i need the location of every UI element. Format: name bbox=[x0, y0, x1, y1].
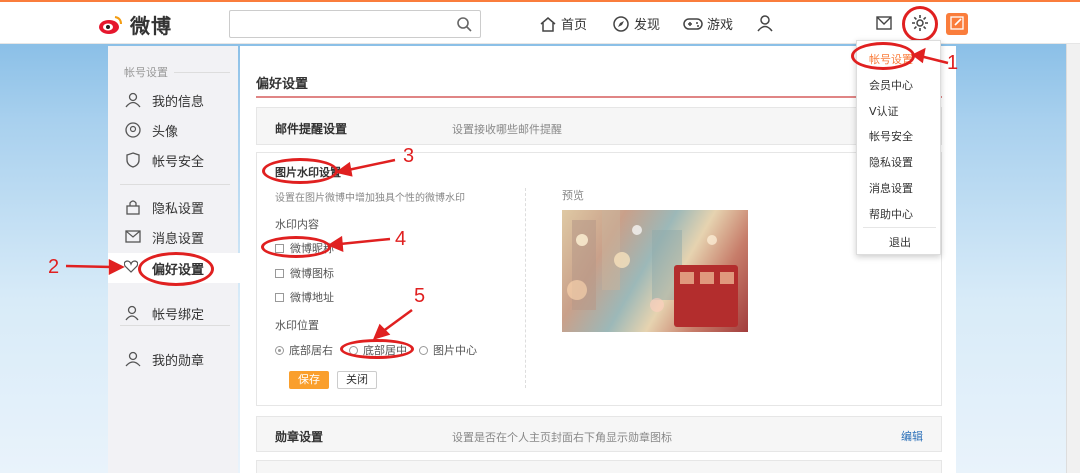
annotation-arrows bbox=[65, 47, 949, 340]
annotation-number-3: 3 bbox=[403, 145, 415, 167]
annotation-number-5: 5 bbox=[414, 285, 426, 307]
annotation-number-2: 2 bbox=[48, 256, 60, 278]
annotation-number-1: 1 bbox=[947, 52, 959, 74]
annotation-number-4: 4 bbox=[395, 228, 407, 250]
